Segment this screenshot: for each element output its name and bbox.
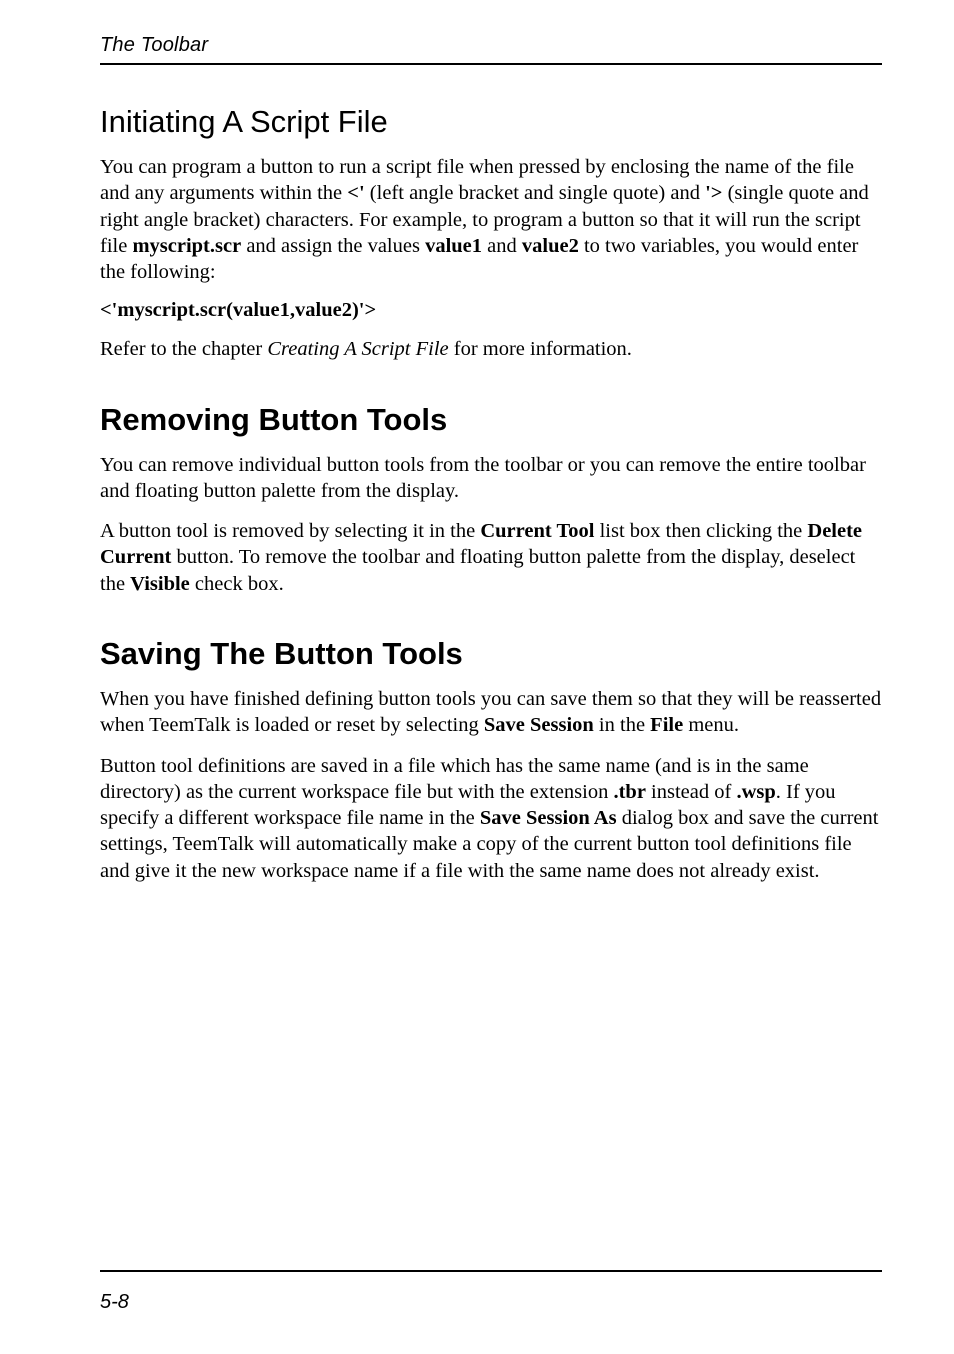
bold-text: myscript.scr xyxy=(132,235,241,257)
para-s3-1: When you have finished defining button t… xyxy=(100,686,882,738)
text: check box. xyxy=(190,573,284,595)
header-rule xyxy=(100,63,882,65)
heading-saving-button-tools: Saving The Button Tools xyxy=(100,635,882,672)
section-gap xyxy=(100,377,882,401)
para-s2-2: A button tool is removed by selecting it… xyxy=(100,518,882,597)
para-s2-1: You can remove individual button tools f… xyxy=(100,452,882,504)
text: A button tool is removed by selecting it… xyxy=(100,520,480,542)
bold-text: value2 xyxy=(522,235,579,257)
text: and xyxy=(482,235,522,257)
text: instead of xyxy=(646,781,737,803)
heading-removing-button-tools: Removing Button Tools xyxy=(100,401,882,438)
bold-text: .wsp xyxy=(736,781,775,803)
para-s1-1: You can program a button to run a script… xyxy=(100,154,882,285)
bold-text: Current Tool xyxy=(480,520,594,542)
text: list box then clicking the xyxy=(594,520,807,542)
bold-text: Visible xyxy=(130,573,190,595)
para-s3-2: Button tool definitions are saved in a f… xyxy=(100,753,882,884)
bold-text: value1 xyxy=(425,235,482,257)
page: The Toolbar Initiating A Script File You… xyxy=(0,0,954,1354)
text: menu. xyxy=(683,714,739,736)
text: in the xyxy=(594,714,650,736)
running-header: The Toolbar xyxy=(100,34,882,57)
text: and assign the values xyxy=(241,235,425,257)
heading-initiating-script: Initiating A Script File xyxy=(100,103,882,140)
bold-text: '> xyxy=(705,182,722,204)
bold-text: Save Session As xyxy=(480,807,617,829)
bold-text: Save Session xyxy=(484,714,594,736)
page-number: 5-8 xyxy=(100,1291,129,1314)
text: Refer to the chapter xyxy=(100,338,267,360)
bold-text: <' xyxy=(347,182,364,204)
italic-text: Creating A Script File xyxy=(267,338,448,360)
section-gap xyxy=(100,611,882,635)
text: (left angle bracket and single quote) an… xyxy=(365,182,705,204)
bold-text: .tbr xyxy=(613,781,645,803)
content-area: Initiating A Script File You can program… xyxy=(100,103,882,884)
text: for more information. xyxy=(449,338,632,360)
footer-rule xyxy=(100,1270,882,1272)
para-s1-2: Refer to the chapter Creating A Script F… xyxy=(100,336,882,362)
bold-text: File xyxy=(650,714,683,736)
code-example: <'myscript.scr(value1,value2)'> xyxy=(100,299,882,322)
